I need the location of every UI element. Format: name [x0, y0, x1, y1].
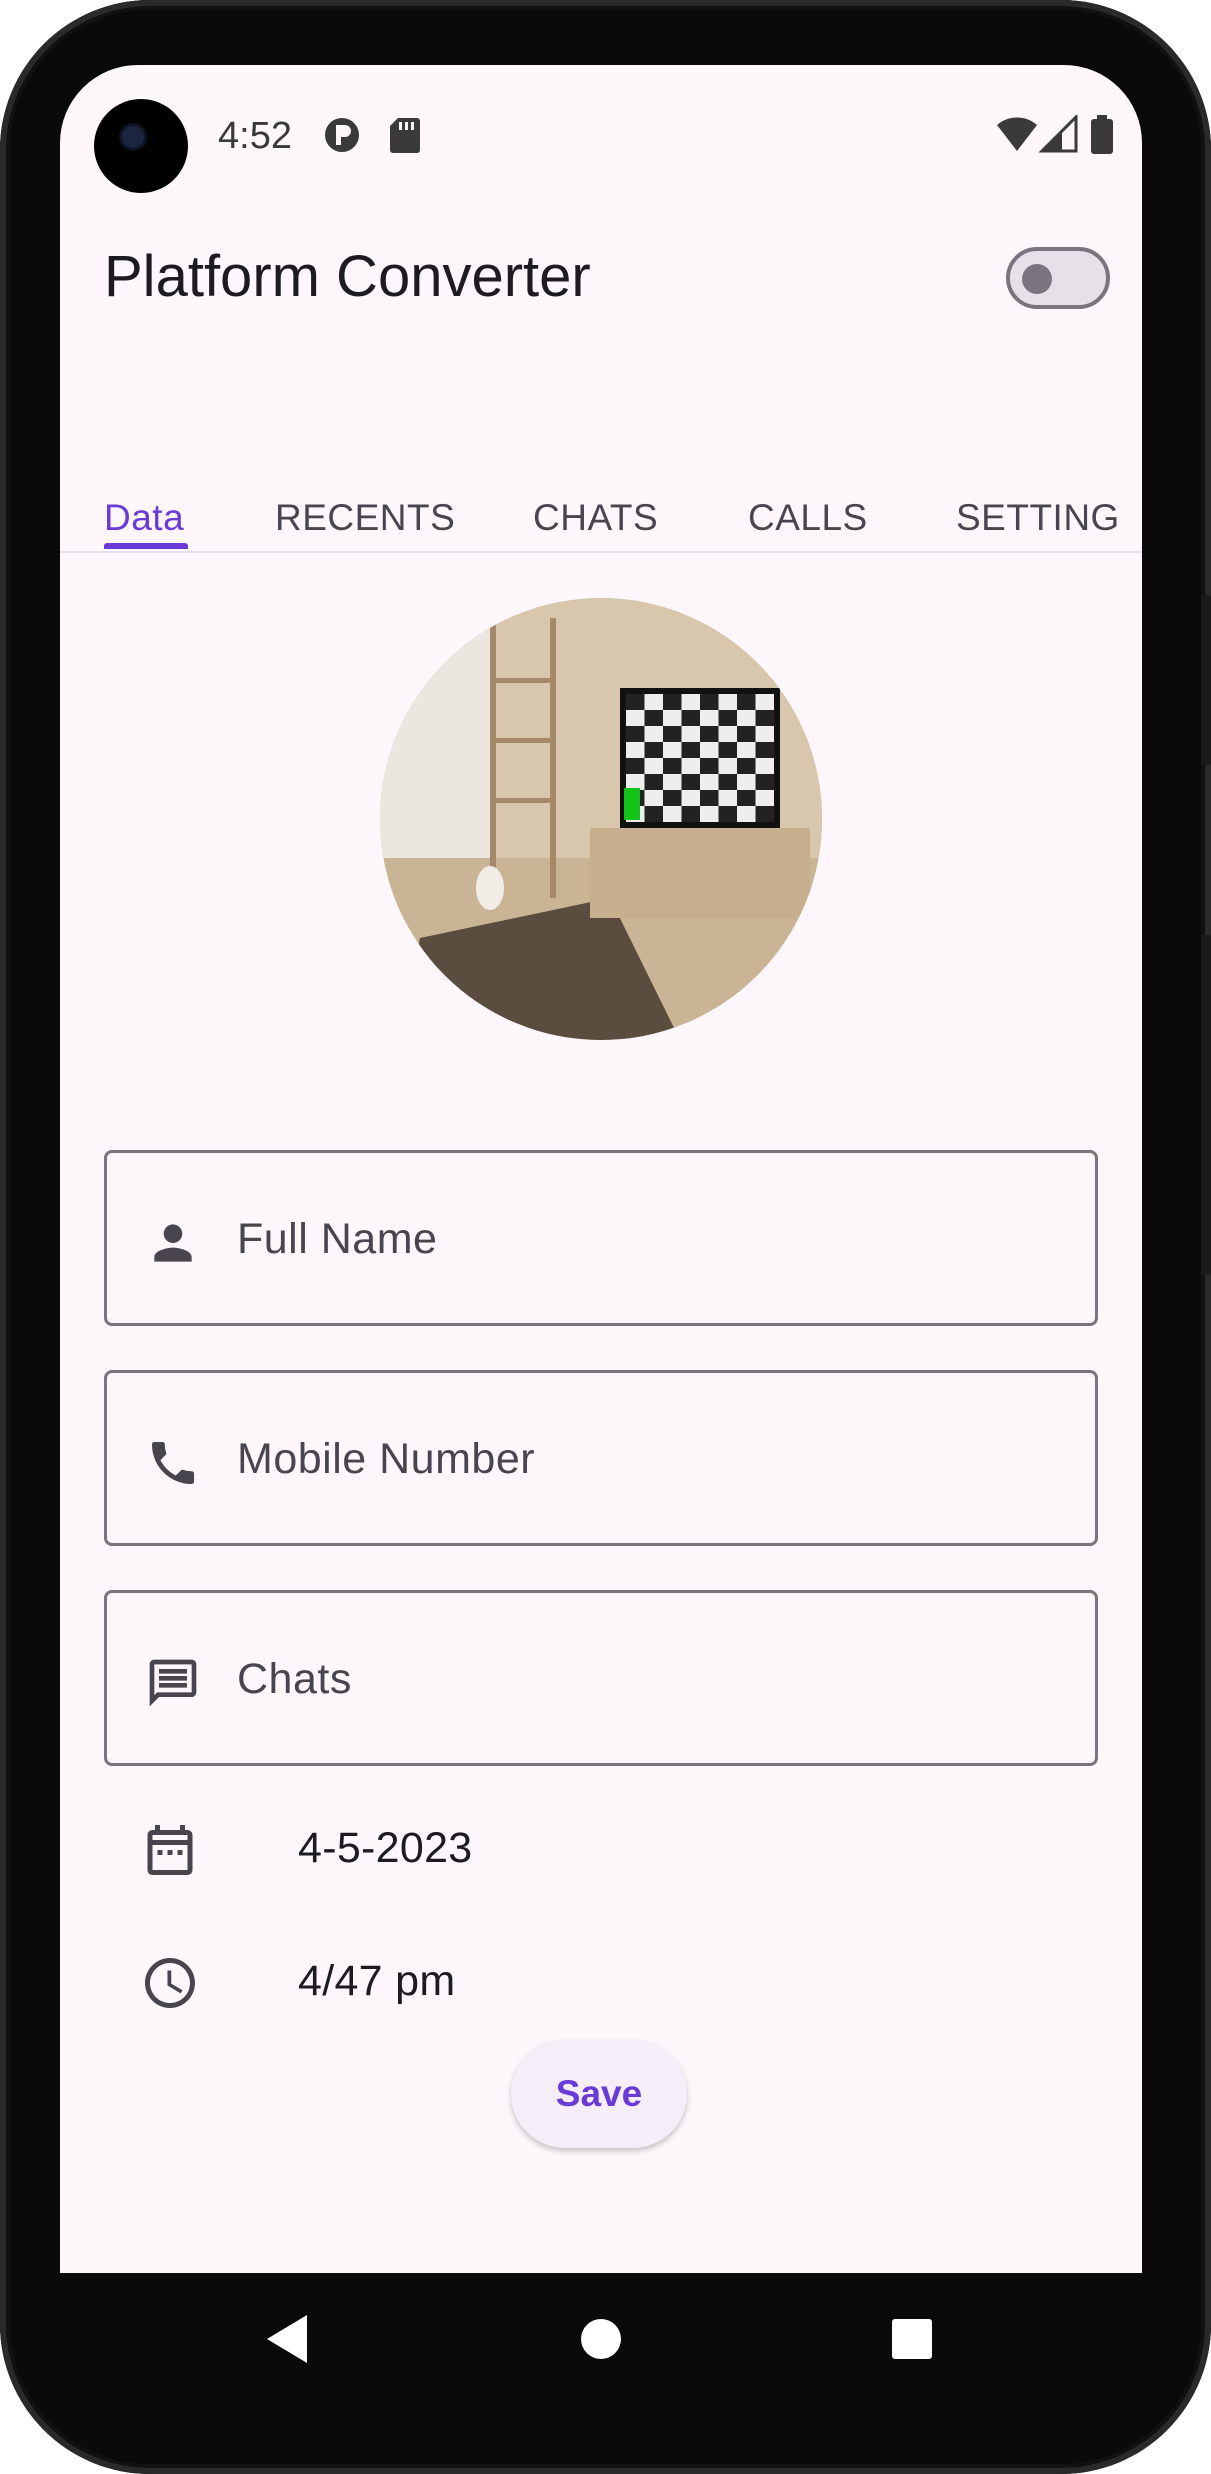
chats-field[interactable]: Chats: [104, 1590, 1098, 1766]
full-name-placeholder: Full Name: [237, 1215, 438, 1263]
theme-toggle-switch[interactable]: [1006, 247, 1110, 309]
system-nav-bar: [60, 2273, 1142, 2403]
tab-setting[interactable]: SETTING: [956, 497, 1120, 539]
back-icon[interactable]: [265, 2313, 309, 2365]
active-tab-indicator: [104, 543, 188, 549]
time-value: 4/47 pm: [298, 1957, 456, 2005]
tab-calls[interactable]: CALLS: [748, 497, 868, 539]
phone-frame: 4:52 Platform Converter Data RECENTS CHA…: [0, 0, 1211, 2474]
toggle-knob: [1022, 264, 1052, 294]
chats-placeholder: Chats: [237, 1655, 352, 1703]
power-button: [1201, 595, 1211, 765]
profile-avatar[interactable]: [380, 598, 822, 1040]
home-icon[interactable]: [581, 2319, 621, 2359]
phone-icon: [152, 1442, 194, 1484]
status-time: 4:52: [218, 115, 292, 157]
calendar-icon: [147, 1825, 193, 1875]
tab-chats[interactable]: CHATS: [533, 497, 658, 539]
screen: 4:52 Platform Converter Data RECENTS CHA…: [60, 65, 1142, 2273]
clock-icon: [145, 1958, 195, 2008]
save-button[interactable]: Save: [511, 2040, 687, 2148]
tab-data[interactable]: Data: [104, 497, 184, 539]
signal-icon: [1038, 115, 1078, 153]
tab-recents[interactable]: RECENTS: [275, 497, 455, 539]
battery-icon: [1091, 115, 1113, 154]
mobile-number-placeholder: Mobile Number: [237, 1435, 536, 1483]
tab-bar: Data RECENTS CHATS CALLS SETTING: [60, 465, 1142, 553]
message-icon: [149, 1659, 197, 1707]
volume-button: [1201, 935, 1211, 1275]
full-name-field[interactable]: Full Name: [104, 1150, 1098, 1326]
app-title: Platform Converter: [104, 244, 591, 309]
avatar-room-image: [380, 598, 822, 1040]
recents-icon[interactable]: [892, 2319, 932, 2359]
sd-card-icon: [390, 118, 420, 153]
front-camera: [94, 99, 188, 193]
wifi-icon: [997, 117, 1037, 151]
person-icon: [154, 1224, 192, 1262]
date-value: 4-5-2023: [298, 1824, 473, 1872]
mobile-number-field[interactable]: Mobile Number: [104, 1370, 1098, 1546]
p-icon: [325, 118, 359, 152]
